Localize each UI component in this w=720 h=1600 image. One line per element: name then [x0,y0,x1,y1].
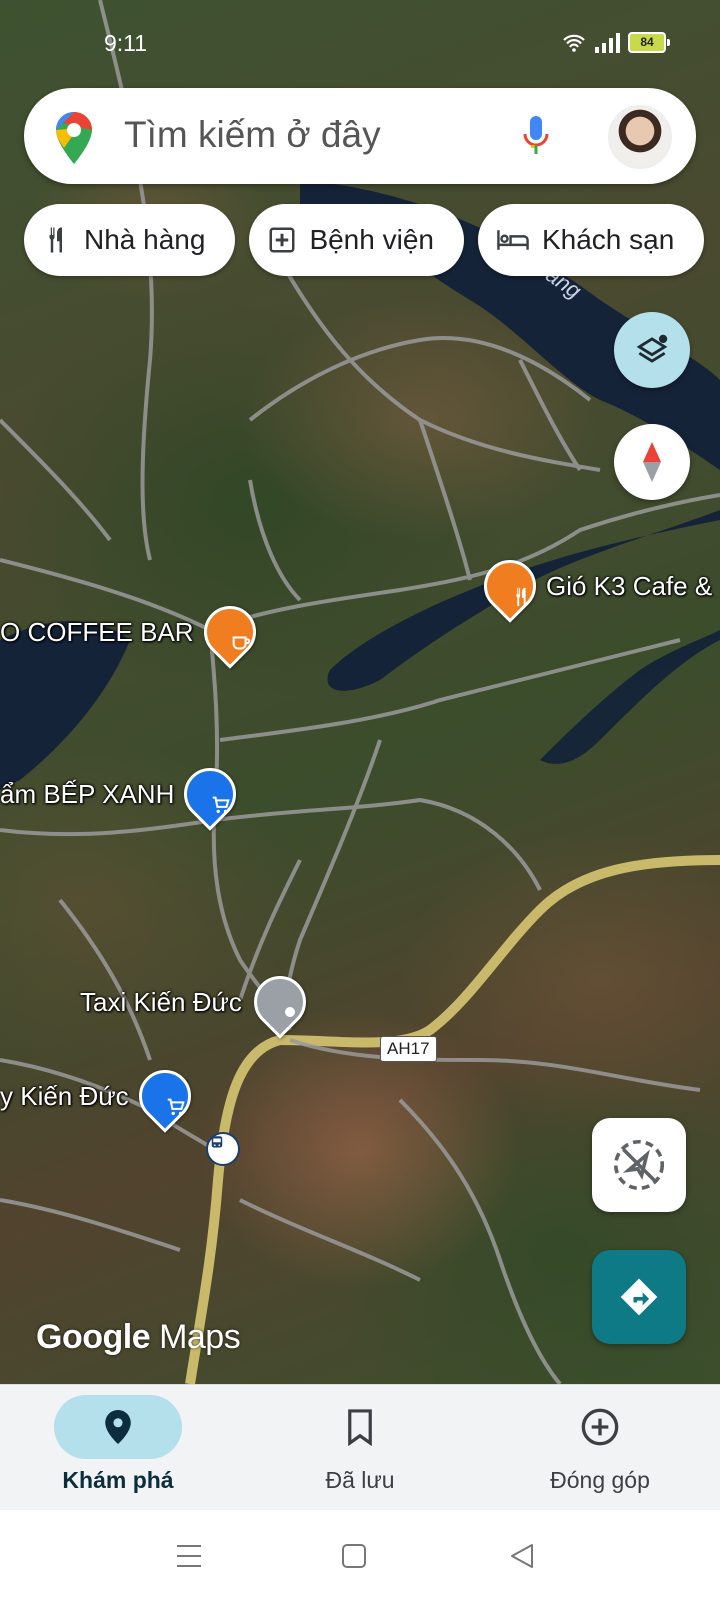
chip-label: Bệnh viện [309,224,434,255]
status-bar: 9:11 84 [0,0,720,88]
nav-label: Đóng góp [550,1467,650,1493]
chip-hospitals[interactable]: Bệnh viện [249,204,464,276]
search-input[interactable]: Tìm kiếm ở đây [124,114,381,156]
google-maps-wordmark: Google Maps [36,1318,241,1357]
wordmark-maps: Maps [159,1318,241,1356]
google-maps-logo-icon [56,112,92,164]
place-label: Taxi Kiến Đức [80,986,242,1017]
place-label: Gió K3 Cafe & [546,570,713,601]
status-icons: 84 [562,32,670,53]
add-circle-icon [581,1408,619,1446]
back-icon[interactable] [508,1542,536,1570]
compass-button[interactable] [614,424,690,500]
home-square-icon[interactable] [340,1542,368,1570]
system-navigation-bar [0,1510,720,1600]
chip-label: Nhà hàng [84,224,206,255]
road-shield: AH17 [380,1036,437,1062]
compass-icon [643,442,661,482]
shopping-cart-icon [173,757,248,831]
restaurant-icon [473,549,547,623]
chip-restaurants[interactable]: Nhà hàng [24,204,236,276]
bookmark-icon [348,1409,372,1446]
chip-label: Khách sạn [541,224,675,255]
layers-icon [636,334,668,363]
menu-icon[interactable] [174,1542,204,1570]
pin-icon [243,965,317,1039]
hospital-icon [269,227,295,253]
place-label: y Kiến Đức [0,1080,129,1111]
signal-icon [595,32,620,53]
profile-avatar[interactable] [608,105,672,169]
directions-button[interactable] [592,1250,686,1344]
nav-explore[interactable]: Khám phá [28,1395,208,1494]
bottom-navigation: Khám phá Đã lưu Đóng góp [0,1384,720,1511]
nav-label: Đã lưu [325,1467,395,1493]
hotel-icon [497,230,529,250]
category-chips: Nhà hàng Bệnh viện Khách sạn [24,204,705,276]
place-taxi-kien-duc[interactable]: Taxi Kiến Đức [80,965,317,1039]
nav-saved-icon-wrap [296,1395,424,1459]
nav-explore-icon-wrap [54,1395,182,1459]
cafe-icon [192,595,267,669]
nav-saved[interactable]: Đã lưu [270,1395,450,1494]
place-gio-k3-cafe[interactable]: Gió K3 Cafe & [473,549,713,623]
location-disabled-icon [613,1139,665,1191]
status-time: 9:11 [104,30,148,56]
microphone-icon[interactable] [522,114,550,158]
directions-icon [620,1278,658,1316]
bus-stop-icon[interactable] [206,1132,240,1166]
wifi-icon [563,34,585,52]
nav-contribute-icon-wrap [536,1395,664,1459]
chip-hotels[interactable]: Khách sạn [477,204,705,276]
place-bep-xanh[interactable]: ẩm BẾP XANH [0,757,248,831]
wordmark-google: Google [36,1318,151,1356]
layers-button[interactable] [614,312,690,388]
nav-contribute[interactable]: Đóng góp [510,1395,690,1494]
nav-label: Khám phá [62,1467,174,1493]
restaurant-icon [49,227,62,253]
my-location-button[interactable] [592,1118,686,1212]
shopping-cart-icon [127,1059,202,1133]
place-label: ẩm BẾP XANH [0,778,175,809]
place-label: O COFFEE BAR [0,616,194,647]
place-kien-duc-shop[interactable]: y Kiến Đức [0,1059,202,1133]
place-coffee-bar[interactable]: O COFFEE BAR [0,595,267,669]
explore-pin-icon [105,1410,131,1444]
search-bar[interactable]: Tìm kiếm ở đây [24,88,696,184]
battery-icon: 84 [628,32,670,53]
